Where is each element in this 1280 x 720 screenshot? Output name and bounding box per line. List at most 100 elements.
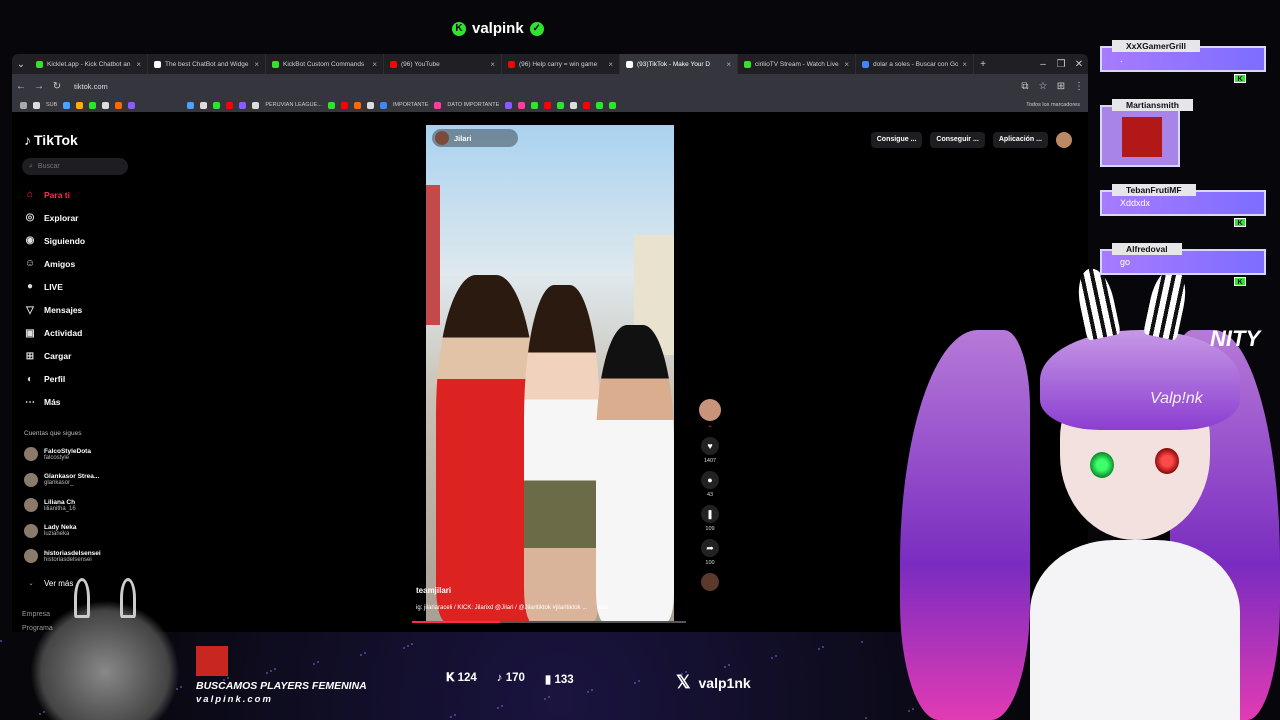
close-tab-icon[interactable]: × (372, 60, 377, 69)
browser-tab[interactable]: KickBot Custom Commands × (266, 54, 384, 74)
nav-icon: ⊞ (25, 350, 35, 362)
new-tab-button[interactable]: + (974, 59, 992, 70)
tab-favicon-icon (36, 60, 43, 68)
bookmark-dato-importante[interactable]: DATO IMPORTANTE (447, 102, 499, 108)
creator-avatar-button[interactable]: + (698, 399, 722, 430)
tab-label: (96) Help carry = win game (519, 60, 598, 68)
star (548, 696, 550, 698)
tab-favicon-icon (390, 60, 397, 68)
star (180, 686, 182, 688)
browser-tab[interactable]: cirilioTV Stream - Watch Live × (738, 54, 856, 74)
video-person (436, 275, 536, 622)
bookmark-sub[interactable]: SUB (46, 102, 57, 108)
sidebar-item-8[interactable]: ◐ Perfil (24, 368, 85, 391)
sidebar-item-5[interactable]: ▽ Mensajes (24, 298, 85, 321)
close-tab-icon[interactable]: × (726, 60, 731, 69)
get-coins-button[interactable]: Consigue ... (870, 132, 923, 148)
close-tab-icon[interactable]: × (136, 60, 141, 69)
browser-tab[interactable]: dolar a soles - Buscar con Go × (856, 54, 974, 74)
forward-icon[interactable]: → (30, 81, 48, 92)
creator-tag-name: Jilari (454, 133, 472, 143)
star (728, 664, 730, 666)
chevron-down-icon: ⌄ (28, 580, 34, 587)
url-field[interactable]: tiktok.com (74, 82, 1016, 91)
star (364, 652, 366, 654)
browser-tab[interactable]: (96) YouTube × (384, 54, 502, 74)
maximize-button[interactable]: ❐ (1052, 59, 1070, 70)
back-icon[interactable]: ← (12, 81, 30, 92)
video-progress-bar[interactable] (412, 621, 686, 623)
sidebar-item-3[interactable]: ☺ Amigos (24, 252, 85, 275)
minimize-button[interactable]: – (1034, 59, 1052, 70)
sidebar-item-9[interactable]: ⋯ Más (24, 391, 85, 414)
followed-account[interactable]: Glankasor Strea... glankasor_ (24, 468, 99, 492)
close-tab-icon[interactable]: × (844, 60, 849, 69)
kick-badge-icon: K (1234, 277, 1246, 286)
more-link[interactable]: más (597, 605, 609, 611)
sidebar-item-6[interactable]: ▣ Actividad (24, 322, 85, 345)
search-input[interactable]: ⌕ Buscar (22, 158, 128, 175)
followed-account[interactable]: historiasdelsensei historiasdelsensei (24, 544, 101, 568)
bookmark-peruvian-league[interactable]: PERUVIAN LEAGUE... (265, 102, 322, 108)
followed-account[interactable]: FalcoStyleDota falcostyle (24, 442, 91, 466)
creator-tag[interactable]: Jilari (432, 129, 518, 147)
get-app-button[interactable]: Conseguir ... (930, 132, 985, 148)
tab-favicon-icon (154, 60, 161, 68)
tiktok-logo[interactable]: ♪ TikTok (24, 132, 78, 148)
browser-tab[interactable]: (93)TikTok - Make Your D × (620, 54, 738, 74)
see-more-label: Ver más (44, 578, 74, 588)
menu-icon[interactable]: ⋮ (1070, 81, 1088, 92)
pc-app-button[interactable]: Aplicación ... (992, 132, 1048, 148)
reload-icon[interactable]: ↻ (48, 81, 66, 92)
video-username[interactable]: teamjilari (416, 586, 451, 595)
sidebar-item-7[interactable]: ⊞ Cargar (24, 345, 85, 368)
account-name: historiasdelsensei (44, 549, 101, 557)
recruit-banner: BUSCAMOS PLAYERS FEMENINA (196, 680, 367, 692)
bookmark-icon[interactable] (33, 101, 40, 109)
all-bookmarks[interactable]: Todos los marcadores (1026, 102, 1088, 108)
creator-avatar (435, 131, 449, 145)
music-disc-icon (701, 573, 719, 591)
nav-icon: ⌂ (26, 189, 34, 201)
music-disc[interactable] (698, 573, 722, 591)
star (771, 657, 773, 659)
share-button[interactable]: ➦ 100 (698, 539, 722, 566)
comment-button[interactable]: ● 43 (698, 471, 722, 498)
sidebar-item-1[interactable]: ◎ Explorar (24, 206, 85, 229)
sidebar-item-2[interactable]: ◉ Siguiendo (24, 229, 85, 252)
followed-account[interactable]: Liliana Ch lilianitha_16 (24, 493, 76, 517)
tab-search-icon[interactable]: ⌄ (12, 59, 30, 70)
sidebar-item-4[interactable]: ● LIVE (24, 275, 85, 298)
browser-tab[interactable]: Kicklet.app - Kick Chatbot an × (30, 54, 148, 74)
x-handle: 𝕏 valp1nk (676, 672, 751, 693)
star (313, 663, 315, 665)
chat-text: go (1120, 257, 1131, 267)
install-icon[interactable]: ⧉ (1016, 81, 1034, 92)
video-player[interactable]: Jilari (426, 125, 674, 622)
see-more-button[interactable]: ⌄ Ver más (24, 571, 73, 595)
tiktok-icon: ♪ (496, 672, 506, 684)
close-window-button[interactable]: ✕ (1070, 59, 1088, 70)
followed-account[interactable]: Lady Neka luzianeka (24, 519, 77, 543)
browser-tab[interactable]: (96) Help carry = win game × (502, 54, 620, 74)
star-icon[interactable]: ☆ (1034, 81, 1052, 92)
star (638, 680, 640, 682)
footer-link-programa[interactable]: Programa (22, 622, 53, 636)
footer-link-empresa[interactable]: Empresa (22, 608, 53, 622)
save-button[interactable]: ❚ 109 (698, 505, 722, 532)
profile-avatar[interactable] (1056, 132, 1072, 148)
star (587, 691, 589, 693)
nav-label: Mensajes (44, 305, 83, 316)
close-tab-icon[interactable]: × (254, 60, 259, 69)
sidebar-item-0[interactable]: ⌂ Para ti (24, 183, 85, 206)
apps-icon[interactable] (20, 101, 27, 109)
close-tab-icon[interactable]: × (608, 60, 613, 69)
close-tab-icon[interactable]: × (962, 60, 967, 69)
star (317, 661, 319, 663)
browser-tab[interactable]: The best ChatBot and Widge × (148, 54, 266, 74)
like-button[interactable]: ♥ 1407 (698, 437, 722, 464)
extensions-icon[interactable]: ⊞ (1052, 81, 1070, 92)
bars-icon: ▮ (544, 674, 555, 686)
close-tab-icon[interactable]: × (490, 60, 495, 69)
bookmark-importante[interactable]: IMPORTANTE (393, 102, 429, 108)
